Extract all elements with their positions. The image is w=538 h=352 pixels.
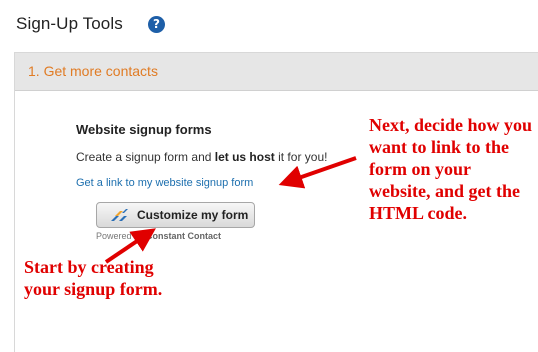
help-icon[interactable]: ? [148,16,165,33]
annotation-left: Start by creating your signup form. [24,257,163,299]
signup-form-link[interactable]: Get a link to my website signup form [76,177,253,189]
customize-button-label: Customize my form [137,208,249,222]
page-title: Sign-Up Tools [16,14,123,33]
annotation-right: Next, decide how you want to link to the… [369,115,532,223]
powered-brand: Constant Contact [146,231,222,241]
desc-text-before: Create a signup form and [76,150,215,164]
panel-header[interactable]: 1. Get more contacts [15,53,538,91]
customize-form-button[interactable]: Customize my form [96,202,255,228]
signup-description: Create a signup form and let us host it … [76,150,327,164]
desc-text-after: it for you! [274,150,328,164]
constant-contact-logo-icon [111,209,128,221]
section-title: Website signup forms [76,122,212,137]
powered-prefix: Powered by [96,231,147,241]
desc-text-bold: let us host [214,150,275,164]
powered-by-text: Powered by Constant Contact [96,231,221,241]
